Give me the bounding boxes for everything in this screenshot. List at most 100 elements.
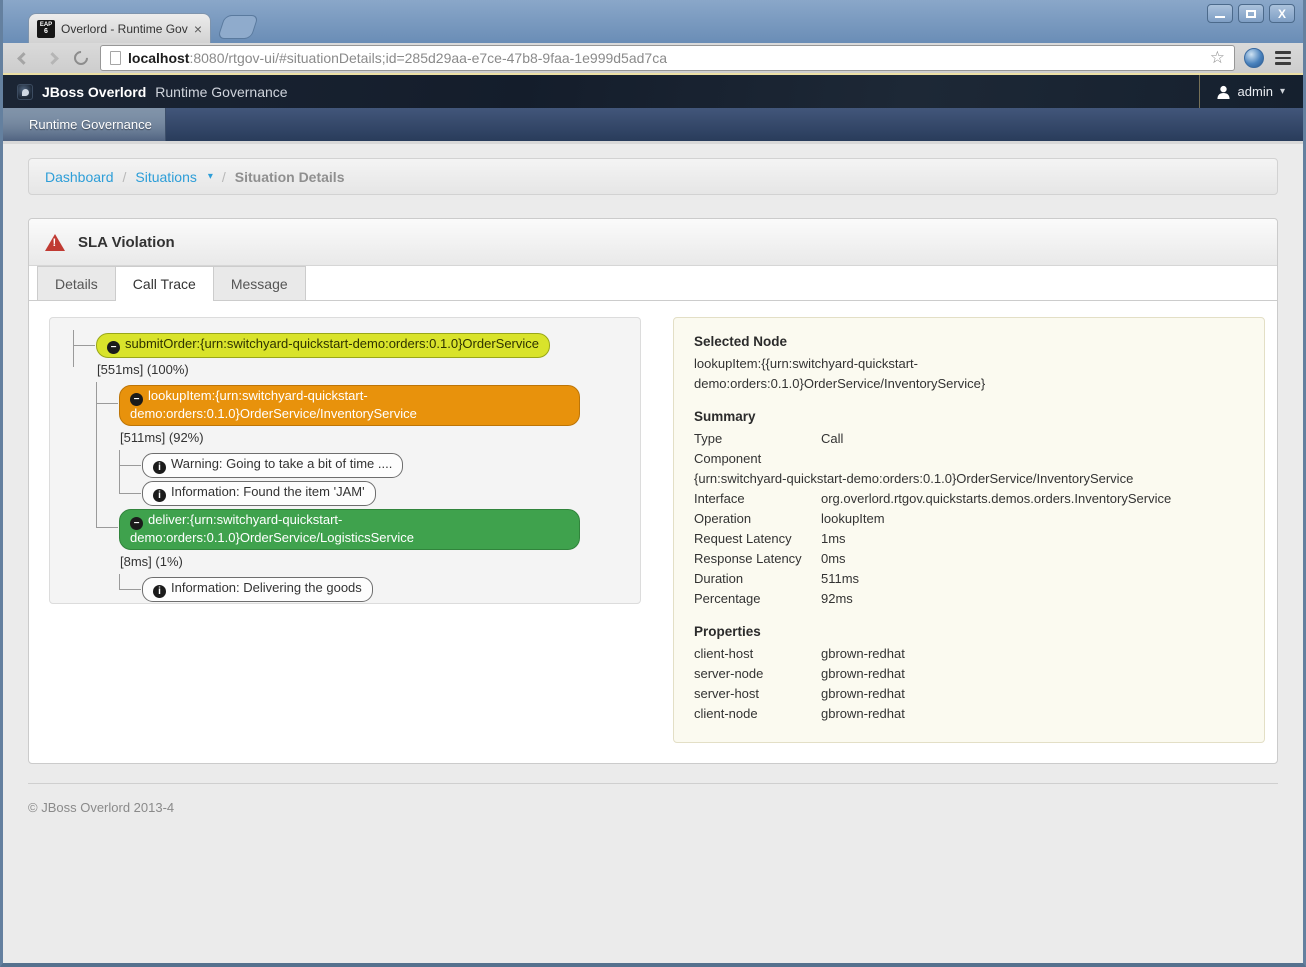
chevron-down-icon: ▾ [1280,86,1285,97]
log-node-warning[interactable]: Warning: Going to take a bit of time ...… [142,453,403,478]
log-node-label: Information: Found the item 'JAM' [171,484,365,499]
tree-item: Information: Delivering the goods [119,574,628,602]
call-node-lookup-item[interactable]: lookupItem:{urn:switchyard-quickstart-de… [119,385,580,426]
properties-heading: Properties [694,624,1244,639]
username: admin [1238,84,1273,99]
menu-button[interactable] [1273,49,1293,67]
close-icon: X [1278,8,1286,20]
tree-item: submitOrder:{urn:switchyard-quickstart-d… [73,330,628,602]
breadcrumb-current: Situation Details [235,169,345,185]
user-icon [1216,85,1231,99]
call-node-label: submitOrder:{urn:switchyard-quickstart-d… [125,336,539,351]
tree-item: Information: Found the item 'JAM' [119,478,628,506]
browser-tab[interactable]: EAP 6 Overlord - Runtime Gover × [28,13,211,43]
info-icon [153,461,166,474]
browser-window: X EAP 6 Overlord - Runtime Gover × local… [0,0,1306,967]
call-trace-tree: submitOrder:{urn:switchyard-quickstart-d… [49,317,641,604]
log-node-label: Information: Delivering the goods [171,580,362,595]
maximize-icon [1246,10,1256,18]
minimize-icon [1215,16,1225,18]
back-button[interactable] [13,48,33,68]
log-node-found-item[interactable]: Information: Found the item 'JAM' [142,481,376,506]
info-icon [153,489,166,502]
new-tab-button[interactable] [217,15,259,39]
summary-row-duration: Duration 511ms [694,569,1244,589]
collapse-icon[interactable] [130,393,143,406]
call-node-label: lookupItem:{urn:switchyard-quickstart-de… [130,388,417,421]
forward-icon [46,52,59,65]
situation-panel: SLA Violation Details Call Trace Message… [28,218,1278,764]
breadcrumb-caret-icon[interactable]: ▾ [208,171,213,182]
tree-item: lookupItem:{urn:switchyard-quickstart-de… [96,382,628,506]
call-node-deliver[interactable]: deliver:{urn:switchyard-quickstart-demo:… [119,509,580,550]
page-icon [110,51,121,65]
nav-tab-runtime-governance[interactable]: Runtime Governance [3,108,166,141]
properties-row: client-host gbrown-redhat [694,644,1244,664]
node-metric: [551ms] (100%) [97,362,628,377]
breadcrumb-dashboard[interactable]: Dashboard [45,169,114,185]
nav-bar: Runtime Governance [3,108,1303,144]
forward-button[interactable] [42,48,62,68]
info-icon [153,585,166,598]
situation-panel-header: SLA Violation [29,219,1277,266]
bookmark-star-icon[interactable]: ☆ [1210,48,1225,68]
summary-row-type: Type Call [694,429,1244,449]
breadcrumb-separator: / [222,169,226,185]
reload-button[interactable] [71,48,91,68]
tab-title: Overlord - Runtime Gover [61,22,188,36]
app-header: JBoss Overlord Runtime Governance admin … [3,75,1303,108]
footer-copyright: © JBoss Overlord 2013-4 [28,800,174,815]
summary-row-request-latency: Request Latency 1ms [694,529,1244,549]
tab-details[interactable]: Details [37,266,116,300]
warning-icon [45,234,65,251]
selected-node-panel: Selected Node lookupItem:{{urn:switchyar… [673,317,1265,743]
situation-tabs: Details Call Trace Message [29,266,1277,301]
globe-icon[interactable] [1244,48,1264,68]
close-window-button[interactable]: X [1269,4,1295,23]
back-icon [17,52,30,65]
selected-node-heading: Selected Node [694,334,1244,349]
summary-row-response-latency: Response Latency 0ms [694,549,1244,569]
summary-row-percentage: Percentage 92ms [694,589,1244,609]
url-bar[interactable]: localhost:8080/rtgov-ui/#situationDetail… [100,45,1235,71]
properties-row: server-host gbrown-redhat [694,684,1244,704]
page-footer: © JBoss Overlord 2013-4 [28,783,1278,817]
breadcrumb: Dashboard / Situations ▾ / Situation Det… [28,158,1278,195]
summary-row-component: Component {urn:switchyard-quickstart-dem… [694,449,1244,489]
properties-row: server-node gbrown-redhat [694,664,1244,684]
summary-heading: Summary [694,409,1244,424]
maximize-button[interactable] [1238,4,1264,23]
summary-row-operation: Operation lookupItem [694,509,1244,529]
call-trace-tab-content: submitOrder:{urn:switchyard-quickstart-d… [29,301,1277,763]
call-node-submit-order[interactable]: submitOrder:{urn:switchyard-quickstart-d… [96,333,550,358]
window-titlebar: X EAP 6 Overlord - Runtime Gover × [3,0,1303,43]
url-path: :8080/rtgov-ui/#situationDetails;id=285d… [189,50,667,66]
reload-icon [71,48,91,68]
call-node-label: deliver:{urn:switchyard-quickstart-demo:… [130,512,414,545]
log-node-label: Warning: Going to take a bit of time ...… [171,456,392,471]
user-menu[interactable]: admin ▾ [1199,75,1303,108]
node-metric: [511ms] (92%) [120,430,628,445]
eap-favicon-icon: EAP 6 [37,20,55,38]
collapse-icon[interactable] [130,517,143,530]
breadcrumb-situations[interactable]: Situations [135,169,196,185]
tab-message[interactable]: Message [213,266,306,300]
selected-node-name: lookupItem:{{urn:switchyard-quickstart-d… [694,354,1054,394]
summary-row-interface: Interface org.overlord.rtgov.quickstarts… [694,489,1244,509]
minimize-button[interactable] [1207,4,1233,23]
breadcrumb-separator: / [123,169,127,185]
log-node-delivering[interactable]: Information: Delivering the goods [142,577,373,602]
tab-close-icon[interactable]: × [194,22,202,36]
overlord-logo-icon [17,84,33,100]
tab-call-trace[interactable]: Call Trace [115,266,214,301]
tree-item: Warning: Going to take a bit of time ...… [119,450,628,478]
url-host: localhost [128,50,189,66]
url-text[interactable]: localhost:8080/rtgov-ui/#situationDetail… [128,50,1203,66]
tree-item: deliver:{urn:switchyard-quickstart-demo:… [96,506,628,602]
properties-row: client-node gbrown-redhat [694,704,1244,724]
node-metric: [8ms] (1%) [120,554,628,569]
product-title: Runtime Governance [155,84,287,100]
collapse-icon[interactable] [107,341,120,354]
situation-title: SLA Violation [78,234,175,251]
page-body: Dashboard / Situations ▾ / Situation Det… [3,144,1303,963]
